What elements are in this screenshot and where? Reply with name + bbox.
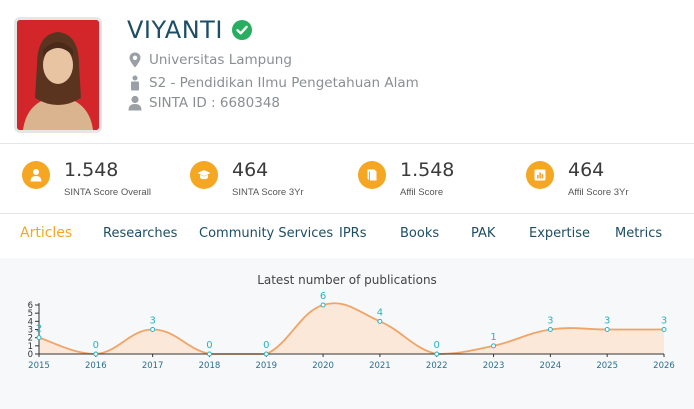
stat-value: 464 <box>232 159 269 181</box>
data-label: 6 <box>320 291 326 302</box>
stat-affil-score: 1.548 Affil Score <box>358 158 454 202</box>
data-point <box>547 327 553 332</box>
publications-chart: 01234562015 2016 2017 2018 2019 2020 2021 2022 2… <box>28 291 675 371</box>
verified-check-icon <box>231 20 252 40</box>
x-tick-label: 2022 <box>426 361 448 371</box>
tab-iprs[interactable]: IPRs <box>339 226 366 241</box>
affiliation-line: Universitas Lampung <box>128 52 292 68</box>
data-point <box>604 327 610 332</box>
data-label: 4 <box>377 307 383 318</box>
data-point <box>434 351 440 357</box>
x-tick-label: 2021 <box>369 361 391 371</box>
x-tick-label: 2018 <box>199 361 221 371</box>
data-label: 0 <box>434 340 440 351</box>
x-tick-label: 2016 <box>85 361 107 371</box>
tab-pak[interactable]: PAK <box>471 226 495 241</box>
profile-photo <box>17 20 99 130</box>
data-label: 1 <box>490 332 496 343</box>
y-tick-label: 6 <box>28 301 33 311</box>
tab-expertise[interactable]: Expertise <box>529 226 590 241</box>
divider <box>0 213 694 214</box>
stat-label: Affil Score <box>400 187 444 198</box>
x-tick-label: 2015 <box>28 361 50 371</box>
department-icon <box>131 75 139 91</box>
tab-metrics[interactable]: Metrics <box>615 226 662 241</box>
stat-sinta-score-3yr: 464 SINTA Score 3Yr <box>190 158 304 202</box>
stat-value: 1.548 <box>400 159 455 181</box>
data-label: 3 <box>547 316 553 327</box>
data-label: 0 <box>206 340 212 351</box>
x-tick-label: 2024 <box>540 361 562 371</box>
affiliation-text[interactable]: Universitas Lampung <box>149 52 292 68</box>
name-row: VIYANTI <box>127 16 252 44</box>
tab-articles[interactable]: Articles <box>20 225 72 241</box>
data-label: 0 <box>93 340 99 351</box>
x-tick-label: 2023 <box>483 361 505 371</box>
author-profile-card: VIYANTI Universitas Lampung S2 - Pendidi… <box>0 0 694 409</box>
user-id-icon <box>128 95 142 111</box>
stat-affil-score-3yr: 464 Affil Score 3Yr <box>526 158 629 202</box>
data-label: 3 <box>149 316 155 327</box>
graduation-cap-icon <box>190 161 218 189</box>
data-point <box>377 318 383 324</box>
stat-label: SINTA Score 3Yr <box>232 187 304 198</box>
tab-researches[interactable]: Researches <box>103 226 177 241</box>
user-icon <box>22 161 50 189</box>
x-tick-label: 2025 <box>596 361 618 371</box>
x-tick-label: 2019 <box>255 361 277 371</box>
book-icon <box>358 161 386 189</box>
bar-chart-icon <box>526 161 554 189</box>
author-name[interactable]: VIYANTI <box>127 16 223 44</box>
tab-books[interactable]: Books <box>400 226 439 241</box>
sinta-id-text: SINTA ID : 6680348 <box>149 95 281 111</box>
stat-sinta-score-overall: 1.548 SINTA Score Overall <box>22 158 151 202</box>
stat-value: 464 <box>568 159 605 181</box>
x-tick-label: 2017 <box>142 361 164 371</box>
data-point <box>320 302 326 308</box>
data-point <box>491 343 497 349</box>
data-point <box>93 351 99 357</box>
stat-label: SINTA Score Overall <box>64 187 151 198</box>
program-text: S2 - Pendidikan Ilmu Pengetahuan Alam <box>149 75 419 91</box>
data-point <box>661 327 667 332</box>
sinta-id-line: SINTA ID : 6680348 <box>128 95 280 111</box>
tab-community-services[interactable]: Community Services <box>199 226 333 241</box>
avatar <box>14 17 102 133</box>
divider <box>0 143 694 144</box>
data-point <box>263 351 269 357</box>
x-tick-label: 2020 <box>312 361 334 371</box>
data-label: 0 <box>263 340 269 351</box>
data-point <box>36 335 42 341</box>
x-tick-label: 2026 <box>653 361 675 371</box>
location-pin-icon <box>129 52 141 68</box>
data-label: 3 <box>604 316 610 327</box>
program-line: S2 - Pendidikan Ilmu Pengetahuan Alam <box>128 75 419 91</box>
data-label: 2 <box>36 324 42 335</box>
stat-value: 1.548 <box>64 159 119 181</box>
stat-label: Affil Score 3Yr <box>568 187 629 198</box>
data-point <box>150 327 156 332</box>
data-label: 3 <box>661 316 667 327</box>
data-point <box>206 351 212 357</box>
